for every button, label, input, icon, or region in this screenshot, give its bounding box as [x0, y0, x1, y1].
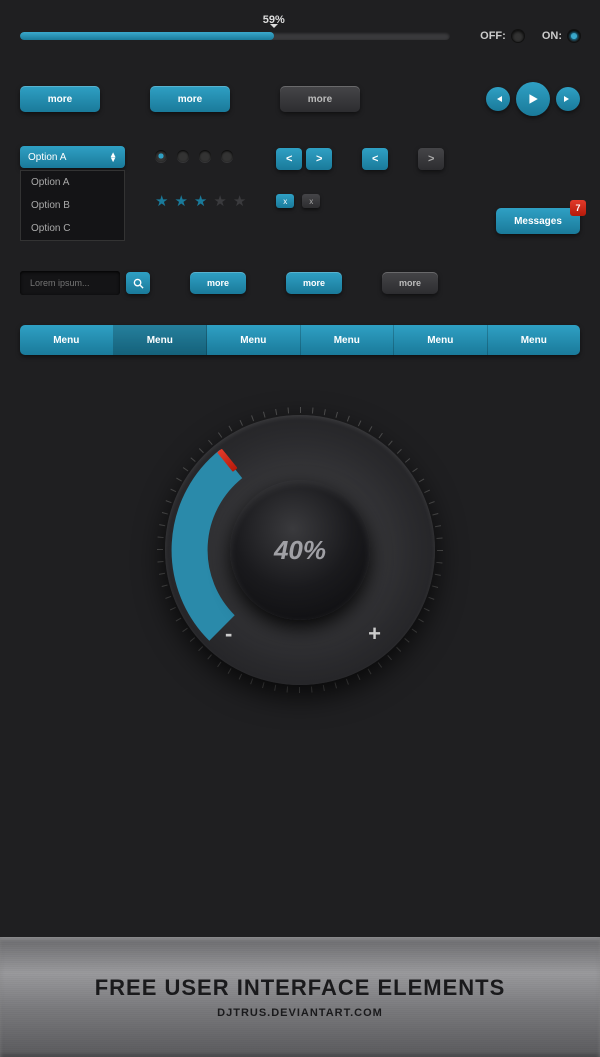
play-button[interactable]	[516, 82, 550, 116]
menu-item-3[interactable]: Menu	[207, 325, 301, 355]
more-small-dark[interactable]: more	[382, 272, 438, 294]
search-input[interactable]	[20, 271, 120, 295]
pagination-dot-4[interactable]	[221, 150, 233, 162]
footer-subtitle: DJTRUS.DEVIANTART.COM	[217, 1007, 383, 1019]
progress-label: 59%	[263, 14, 285, 26]
toggle-off-radio[interactable]	[512, 30, 524, 42]
star-1[interactable]: ★	[155, 192, 168, 210]
pagination-dot-2[interactable]	[177, 150, 189, 162]
star-5[interactable]: ★	[233, 192, 246, 210]
search-icon	[133, 278, 144, 289]
more-button-dark[interactable]: more	[280, 86, 360, 112]
progress-bar[interactable]: 59%	[20, 32, 450, 40]
pagination-dot-3[interactable]	[199, 150, 211, 162]
messages-label: Messages	[514, 216, 562, 227]
more-button-teal-1[interactable]: more	[20, 86, 100, 112]
menu-item-2[interactable]: Menu	[114, 325, 208, 355]
messages-button[interactable]: Messages 7	[496, 208, 580, 234]
toggle-on-label: ON:	[542, 30, 562, 42]
menu-item-4[interactable]: Menu	[301, 325, 395, 355]
dropdown-option-b[interactable]: Option B	[21, 194, 124, 217]
dropdown-option-c[interactable]: Option C	[21, 217, 124, 240]
search-button[interactable]	[126, 272, 150, 294]
footer: FREE USER INTERFACE ELEMENTS DJTRUS.DEVI…	[0, 937, 600, 1057]
menu-item-6[interactable]: Menu	[488, 325, 581, 355]
star-3[interactable]: ★	[194, 192, 207, 210]
more-small-1[interactable]: more	[190, 272, 246, 294]
star-2[interactable]: ★	[174, 192, 187, 210]
menu-item-1[interactable]: Menu	[20, 325, 114, 355]
more-small-2[interactable]: more	[286, 272, 342, 294]
messages-badge: 7	[570, 200, 586, 216]
volume-dial[interactable]: 40% - +	[155, 405, 445, 695]
dial-minus[interactable]: -	[225, 621, 232, 647]
next-button-split[interactable]: >	[418, 148, 444, 170]
close-button-teal[interactable]: x	[276, 194, 294, 208]
next-button-teal[interactable]: >	[306, 148, 332, 170]
dropdown-selected: Option A	[28, 152, 66, 163]
menu-bar: Menu Menu Menu Menu Menu Menu	[20, 325, 580, 355]
toggle-off-label: OFF:	[480, 30, 506, 42]
more-button-teal-2[interactable]: more	[150, 86, 230, 112]
prev-track-button[interactable]	[486, 87, 510, 111]
toggle-on-radio[interactable]	[568, 30, 580, 42]
dial-plus[interactable]: +	[368, 621, 381, 647]
prev-button-teal[interactable]: <	[276, 148, 302, 170]
footer-title: FREE USER INTERFACE ELEMENTS	[95, 975, 506, 1001]
dropdown-option-a[interactable]: Option A	[21, 171, 124, 194]
close-button-dark[interactable]: x	[302, 194, 320, 208]
chevron-updown-icon: ▲▼	[109, 152, 117, 162]
dropdown-select[interactable]: Option A ▲▼	[20, 146, 125, 168]
menu-item-5[interactable]: Menu	[394, 325, 488, 355]
prev-button-split[interactable]: <	[362, 148, 388, 170]
pagination-dot-1[interactable]	[155, 150, 167, 162]
dial-value: 40%	[274, 535, 326, 566]
star-4[interactable]: ★	[213, 192, 226, 210]
next-track-button[interactable]	[556, 87, 580, 111]
